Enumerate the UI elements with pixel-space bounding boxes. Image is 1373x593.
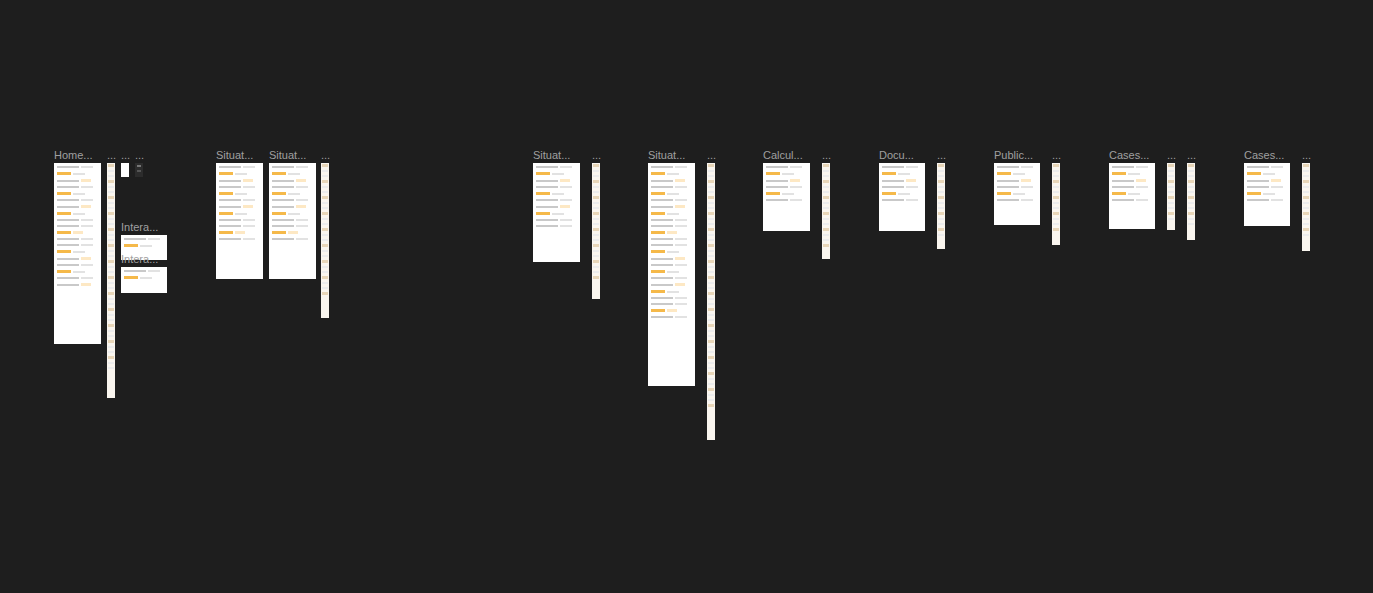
frame-label[interactable]: ...: [1052, 149, 1061, 162]
frame-label[interactable]: Situat...: [648, 149, 685, 162]
frame-label[interactable]: ...: [121, 149, 130, 162]
frame-label[interactable]: ...: [592, 149, 601, 162]
artboard-frame[interactable]: [592, 163, 600, 299]
artboard-frame[interactable]: [269, 163, 316, 279]
artboard-frame[interactable]: [1109, 163, 1155, 229]
frame-label[interactable]: ...: [107, 149, 116, 162]
frame-label[interactable]: ...: [1302, 149, 1311, 162]
frame-content: [121, 267, 167, 293]
frame-label[interactable]: ...: [321, 149, 330, 162]
artboard-frame[interactable]: [1302, 163, 1310, 251]
frame-content: [937, 163, 945, 249]
frame-content: [1167, 163, 1175, 230]
artboard-frame[interactable]: [54, 163, 101, 344]
frame-content: [648, 163, 695, 386]
frame-content: [216, 163, 263, 279]
frame-content: [822, 163, 830, 259]
frame-content: [763, 163, 810, 231]
frame-label[interactable]: Public...: [994, 149, 1033, 162]
frame-content: [1302, 163, 1310, 251]
artboard-frame[interactable]: [121, 267, 167, 293]
artboard-frame[interactable]: [879, 163, 925, 231]
frame-label[interactable]: Docu...: [879, 149, 914, 162]
artboard-frame[interactable]: [1052, 163, 1060, 245]
frame-label[interactable]: Calcul...: [763, 149, 803, 162]
frame-content: [107, 163, 115, 398]
frame-label[interactable]: Home...: [54, 149, 93, 162]
frame-content: [1187, 163, 1195, 240]
frame-content: [994, 163, 1040, 225]
frame-content: [121, 163, 129, 177]
frame-label[interactable]: ...: [135, 149, 144, 162]
frame-content: [879, 163, 925, 231]
design-canvas[interactable]: Home............ Intera... Intera... Situat…: [0, 0, 1373, 593]
artboard-frame[interactable]: [533, 163, 580, 262]
frame-label[interactable]: Situat...: [269, 149, 306, 162]
frame-content: [321, 163, 329, 318]
frame-content: [533, 163, 580, 262]
frame-content: [269, 163, 316, 279]
frame-content: [54, 163, 101, 344]
artboard-frame[interactable]: [1187, 163, 1195, 240]
frame-content: [592, 163, 600, 299]
frame-label[interactable]: Situat...: [216, 149, 253, 162]
artboard-frame[interactable]: [1244, 163, 1290, 226]
artboard-frame[interactable]: [822, 163, 830, 259]
frame-content: [135, 163, 143, 174]
artboard-frame[interactable]: [763, 163, 810, 231]
artboard-frame[interactable]: [321, 163, 329, 318]
frame-content: [1052, 163, 1060, 245]
frame-label[interactable]: ...: [707, 149, 716, 162]
frame-label[interactable]: ...: [1187, 149, 1196, 162]
frame-label[interactable]: Intera...: [121, 253, 158, 266]
frame-label[interactable]: Cases...: [1244, 149, 1284, 162]
frame-content: [1244, 163, 1290, 226]
frame-content: [1109, 163, 1155, 229]
artboard-frame[interactable]: [994, 163, 1040, 225]
artboard-frame[interactable]: [121, 163, 129, 177]
frame-label[interactable]: ...: [937, 149, 946, 162]
frame-content: [707, 163, 715, 440]
artboard-frame[interactable]: [135, 163, 143, 177]
artboard-frame[interactable]: [707, 163, 715, 440]
frame-label[interactable]: Intera...: [121, 221, 158, 234]
artboard-frame[interactable]: [216, 163, 263, 279]
artboard-frame[interactable]: [1167, 163, 1175, 230]
frame-label[interactable]: ...: [1167, 149, 1176, 162]
frame-label[interactable]: Cases...: [1109, 149, 1149, 162]
frame-label[interactable]: Situat...: [533, 149, 570, 162]
artboard-frame[interactable]: [937, 163, 945, 249]
artboard-frame[interactable]: [648, 163, 695, 386]
frame-label[interactable]: ...: [822, 149, 831, 162]
artboard-frame[interactable]: [107, 163, 115, 398]
